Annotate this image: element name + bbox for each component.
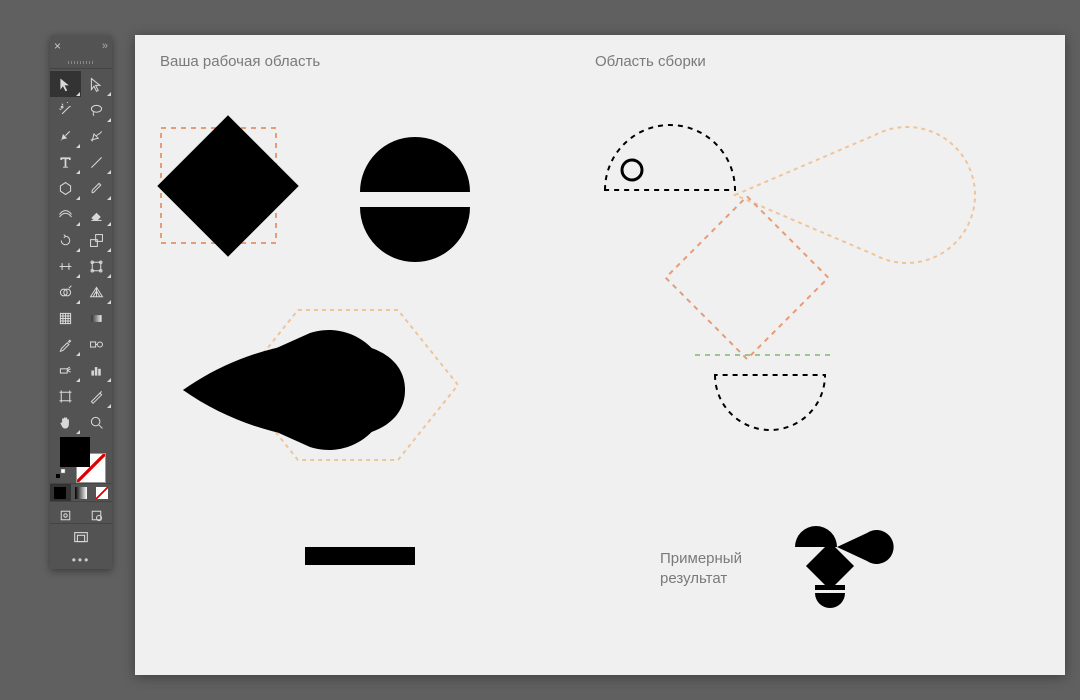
shape-bar[interactable]: [305, 547, 415, 565]
collapse-icon[interactable]: »: [102, 40, 108, 52]
close-icon[interactable]: ×: [54, 39, 61, 53]
rotate-tool[interactable]: [50, 227, 81, 253]
shape-tool[interactable]: [50, 175, 81, 201]
artboard-canvas: Ваша рабочая область Область сборки Прим…: [135, 35, 1065, 675]
pen-tool[interactable]: [50, 123, 81, 149]
eraser-tool[interactable]: [81, 201, 112, 227]
shape-diamond[interactable]: [157, 115, 298, 256]
gradient-tool[interactable]: [81, 305, 112, 331]
blend-tool[interactable]: [81, 331, 112, 357]
line-segment-tool[interactable]: [81, 149, 112, 175]
selection-tool[interactable]: [50, 71, 81, 97]
eyedropper-tool[interactable]: [50, 331, 81, 357]
free-transform-tool[interactable]: [81, 253, 112, 279]
draw-mode-row: [50, 501, 112, 523]
direct-selection-tool[interactable]: [81, 71, 112, 97]
fill-swatch[interactable]: [60, 437, 90, 467]
assembly-teardrop-dashed[interactable]: [735, 127, 975, 263]
column-graph-tool[interactable]: [81, 357, 112, 383]
shape-teardrop-overlay: [183, 330, 389, 450]
hand-tool[interactable]: [50, 409, 81, 435]
assembly-diamond-dashed[interactable]: [666, 196, 829, 359]
perspective-grid-tool[interactable]: [81, 279, 112, 305]
artwork-svg: [135, 35, 1065, 675]
shape-split-circle[interactable]: [360, 137, 470, 262]
width-tool[interactable]: [50, 253, 81, 279]
lasso-tool[interactable]: [81, 97, 112, 123]
draw-normal[interactable]: [50, 502, 81, 528]
magic-wand-tool[interactable]: [50, 97, 81, 123]
assembly-halfcircle-top[interactable]: [605, 125, 735, 190]
type-tool[interactable]: [50, 149, 81, 175]
artboard-tool[interactable]: [50, 383, 81, 409]
symbol-sprayer-tool[interactable]: [50, 357, 81, 383]
paintbrush-tool[interactable]: [81, 175, 112, 201]
scale-tool[interactable]: [81, 227, 112, 253]
shaper-tool[interactable]: [50, 201, 81, 227]
fill-stroke-swatches[interactable]: [50, 435, 112, 483]
edit-toolbar-icon[interactable]: •••: [50, 551, 112, 569]
assembly-halfcircle-bottom[interactable]: [715, 375, 825, 430]
shape-builder-tool[interactable]: [50, 279, 81, 305]
color-mode-none[interactable]: [91, 484, 112, 501]
tools-panel: × »: [50, 35, 112, 569]
tool-grid: [50, 69, 112, 435]
color-mode-solid[interactable]: [50, 484, 71, 501]
color-mode-row: [50, 483, 112, 501]
panel-header: × »: [50, 35, 112, 57]
color-mode-gradient[interactable]: [71, 484, 92, 501]
swap-fill-stroke-icon[interactable]: [56, 469, 66, 479]
zoom-tool[interactable]: [81, 409, 112, 435]
curvature-tool[interactable]: [81, 123, 112, 149]
result-example-icon: [795, 526, 894, 608]
mesh-tool[interactable]: [50, 305, 81, 331]
panel-grip[interactable]: [50, 57, 112, 69]
assembly-eye-circle[interactable]: [622, 160, 642, 180]
draw-behind[interactable]: [81, 502, 112, 528]
slice-tool[interactable]: [81, 383, 112, 409]
